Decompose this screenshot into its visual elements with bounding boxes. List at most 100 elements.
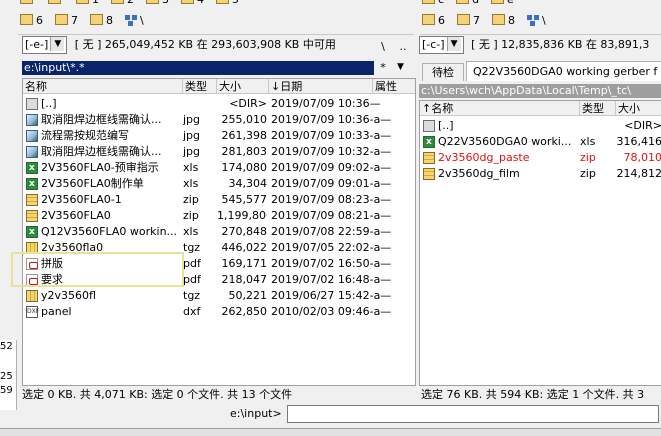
drive-icon [20,0,33,4]
drive-button[interactable]: 2 [109,0,138,7]
column-header-size[interactable]: 大小 [217,79,269,94]
cell-name: 取消阻焊边框线需确认... [41,145,162,158]
cell-name: Q12V3560FLA0 workin... [41,225,178,238]
cell-type: zip [183,209,199,222]
left-file-panel[interactable]: 名称 类型 大小 ↓日期 属性 [..] <DIR> 2019/07/09 10:3… [22,78,416,386]
right-file-panel[interactable]: ↑名称 类型 大小 [..] <DIR> Q22V3560DGA0 worki...… [419,100,661,386]
cell-name: 2V3560FLA0 [41,209,111,222]
drive-button[interactable] [18,0,40,7]
cell-date: 2019/07/09 09:01-a— [271,177,392,190]
cell-type: jpg [183,113,201,126]
table-row[interactable]: [..] <DIR> [420,118,661,134]
cell-size: 169,171 [221,257,268,270]
left-path-bar[interactable]: e:\input\*.* [22,61,374,75]
table-row[interactable]: 2V3560FLA0-预审指示 xls 174,0802019/07/09 09:0… [23,160,415,176]
drive-button[interactable]: 8 [88,13,117,28]
right-drive-combo[interactable]: [-c-] ▼ [419,36,464,54]
drive-icon [492,14,505,25]
column-header-name[interactable]: ↑名称 [420,101,580,116]
table-row[interactable]: 2v3560dg_film zip 214,812 [420,166,661,182]
column-header-type[interactable]: 类型 [183,79,217,94]
drive-label: 7 [71,14,78,27]
network-icon [125,15,137,26]
cell-size: 262,850 [221,305,268,318]
column-header-type[interactable]: 类型 [580,101,616,116]
drive-button[interactable]: d [454,0,483,7]
drive-button[interactable]: 7 [455,13,484,28]
drive-button[interactable]: 6 [420,13,449,28]
drive-button[interactable]: 8 [490,13,519,28]
left-root-button[interactable]: \ [377,40,389,53]
drive-label: 6 [438,14,445,27]
table-row[interactable]: 取消阻焊边框线需确认... jpg 281,803 2019/07/09 10:32-… [23,144,415,160]
drive-icon [20,14,33,25]
tab-active-archive[interactable]: Q22V3560DGA0 working gerber f [466,61,661,81]
cell-name: 2V3560FLA0-1 [41,193,122,206]
cell-size: 261,398 [221,129,268,142]
cell-name: [..] [41,97,57,110]
drive-label: 2 [127,0,134,6]
table-row[interactable]: 2V3560FLA0-1 zip 545,577 2019/07/09 08:23-a… [23,192,415,208]
table-row[interactable]: y2v3560fl tgz 50,221 2019/06/27 15:42-a— [23,288,415,304]
table-row[interactable]: 2V3560FLA0 zip 1,199,806 2019/07/09 08:21-a… [23,208,415,224]
table-row[interactable]: 2V3560FLA0制作单 xls 34,3042019/07/09 09:01-a… [23,176,415,192]
column-header-size[interactable]: 大小 [616,101,661,116]
cell-type: jpg [183,145,201,158]
zip-file-icon [423,168,435,180]
zip-file-icon [26,210,38,222]
table-row[interactable]: Q22V3560DGA0 worki... xls 316,416 [420,134,661,150]
cell-size: 218,047 [221,273,268,286]
column-header-attr[interactable]: 属性 [373,79,415,94]
drive-icon [422,14,435,25]
cell-size: <DIR> [229,97,267,110]
column-header-date[interactable]: ↓日期 [269,79,373,94]
right-path-text: c:\Users\wch\AppData\Local\Temp\_tc\ [421,84,631,97]
chevron-down-icon[interactable]: ▼ [397,62,404,72]
tab-waiting[interactable]: 待检 [422,63,464,81]
left-up-button[interactable]: .. [396,40,410,53]
right-drive-bar: c d e 6 7 8 \ [420,0,661,35]
drive-button[interactable]: 7 [53,13,82,28]
cell-name: [..] [438,119,454,132]
cell-size: 270,848 [221,225,268,238]
left-history-button[interactable]: * [376,61,390,74]
table-row[interactable]: [..] <DIR> 2019/07/09 10:36— [23,96,415,112]
drive-button[interactable]: 3 [144,0,173,7]
table-row[interactable]: Q12V3560FLA0 workin... xls 270,8482019/07/… [23,224,415,240]
left-drive-bar: 1 2 3 4 5 6 7 8 \ [18,0,414,35]
drive-button[interactable]: 1 [74,0,103,7]
cell-name: 2V3560FLA0-预审指示 [41,161,159,174]
column-header-name[interactable]: 名称 [23,79,183,94]
left-drive-combo[interactable]: [-e-] ▼ [22,36,68,54]
cell-size: 281,803 [221,145,268,158]
up-file-icon [423,120,435,132]
drive-icon [457,14,470,25]
drive-label: d [472,0,479,6]
right-path-bar[interactable]: c:\Users\wch\AppData\Local\Temp\_tc\ [419,84,661,98]
drive-button[interactable] [46,0,68,7]
table-row[interactable]: 流程需按规范编写 jpg 261,398 2019/07/09 10:33-a— [23,128,415,144]
drive-button[interactable]: c [420,0,448,7]
cell-size: 1,199,806 [217,209,267,222]
table-row[interactable]: 2v3560dg_paste zip 78,010 [420,150,661,166]
cell-type: zip [183,193,199,206]
cell-size: 34,304 [228,177,268,190]
drive-button[interactable]: \ [123,13,148,28]
table-row[interactable]: 取消阻焊边框线需确认... jpg 255,010 2019/07/09 10:36-… [23,112,415,128]
cell-type: xls [580,135,596,148]
drive-label: 1 [92,0,99,6]
drive-button[interactable]: 5 [214,0,243,7]
img-file-icon [26,114,38,126]
drive-button[interactable]: 6 [18,13,47,28]
cell-type: xls [183,177,199,190]
drive-button[interactable]: e [489,0,518,7]
drive-button[interactable]: \ [525,13,550,28]
cell-date: 2019/07/02 16:50-a— [271,257,392,270]
xls-file-icon [423,134,435,150]
left-drive-row: 6 7 8 \ [18,13,154,29]
xls-file-icon [26,224,38,240]
table-row[interactable]: DXF panel dxf 262,850 2010/02/03 09:46-a— [23,304,415,320]
drive-button[interactable]: 4 [179,0,208,7]
command-input[interactable] [287,405,659,423]
edge-time: 52 [0,341,13,352]
